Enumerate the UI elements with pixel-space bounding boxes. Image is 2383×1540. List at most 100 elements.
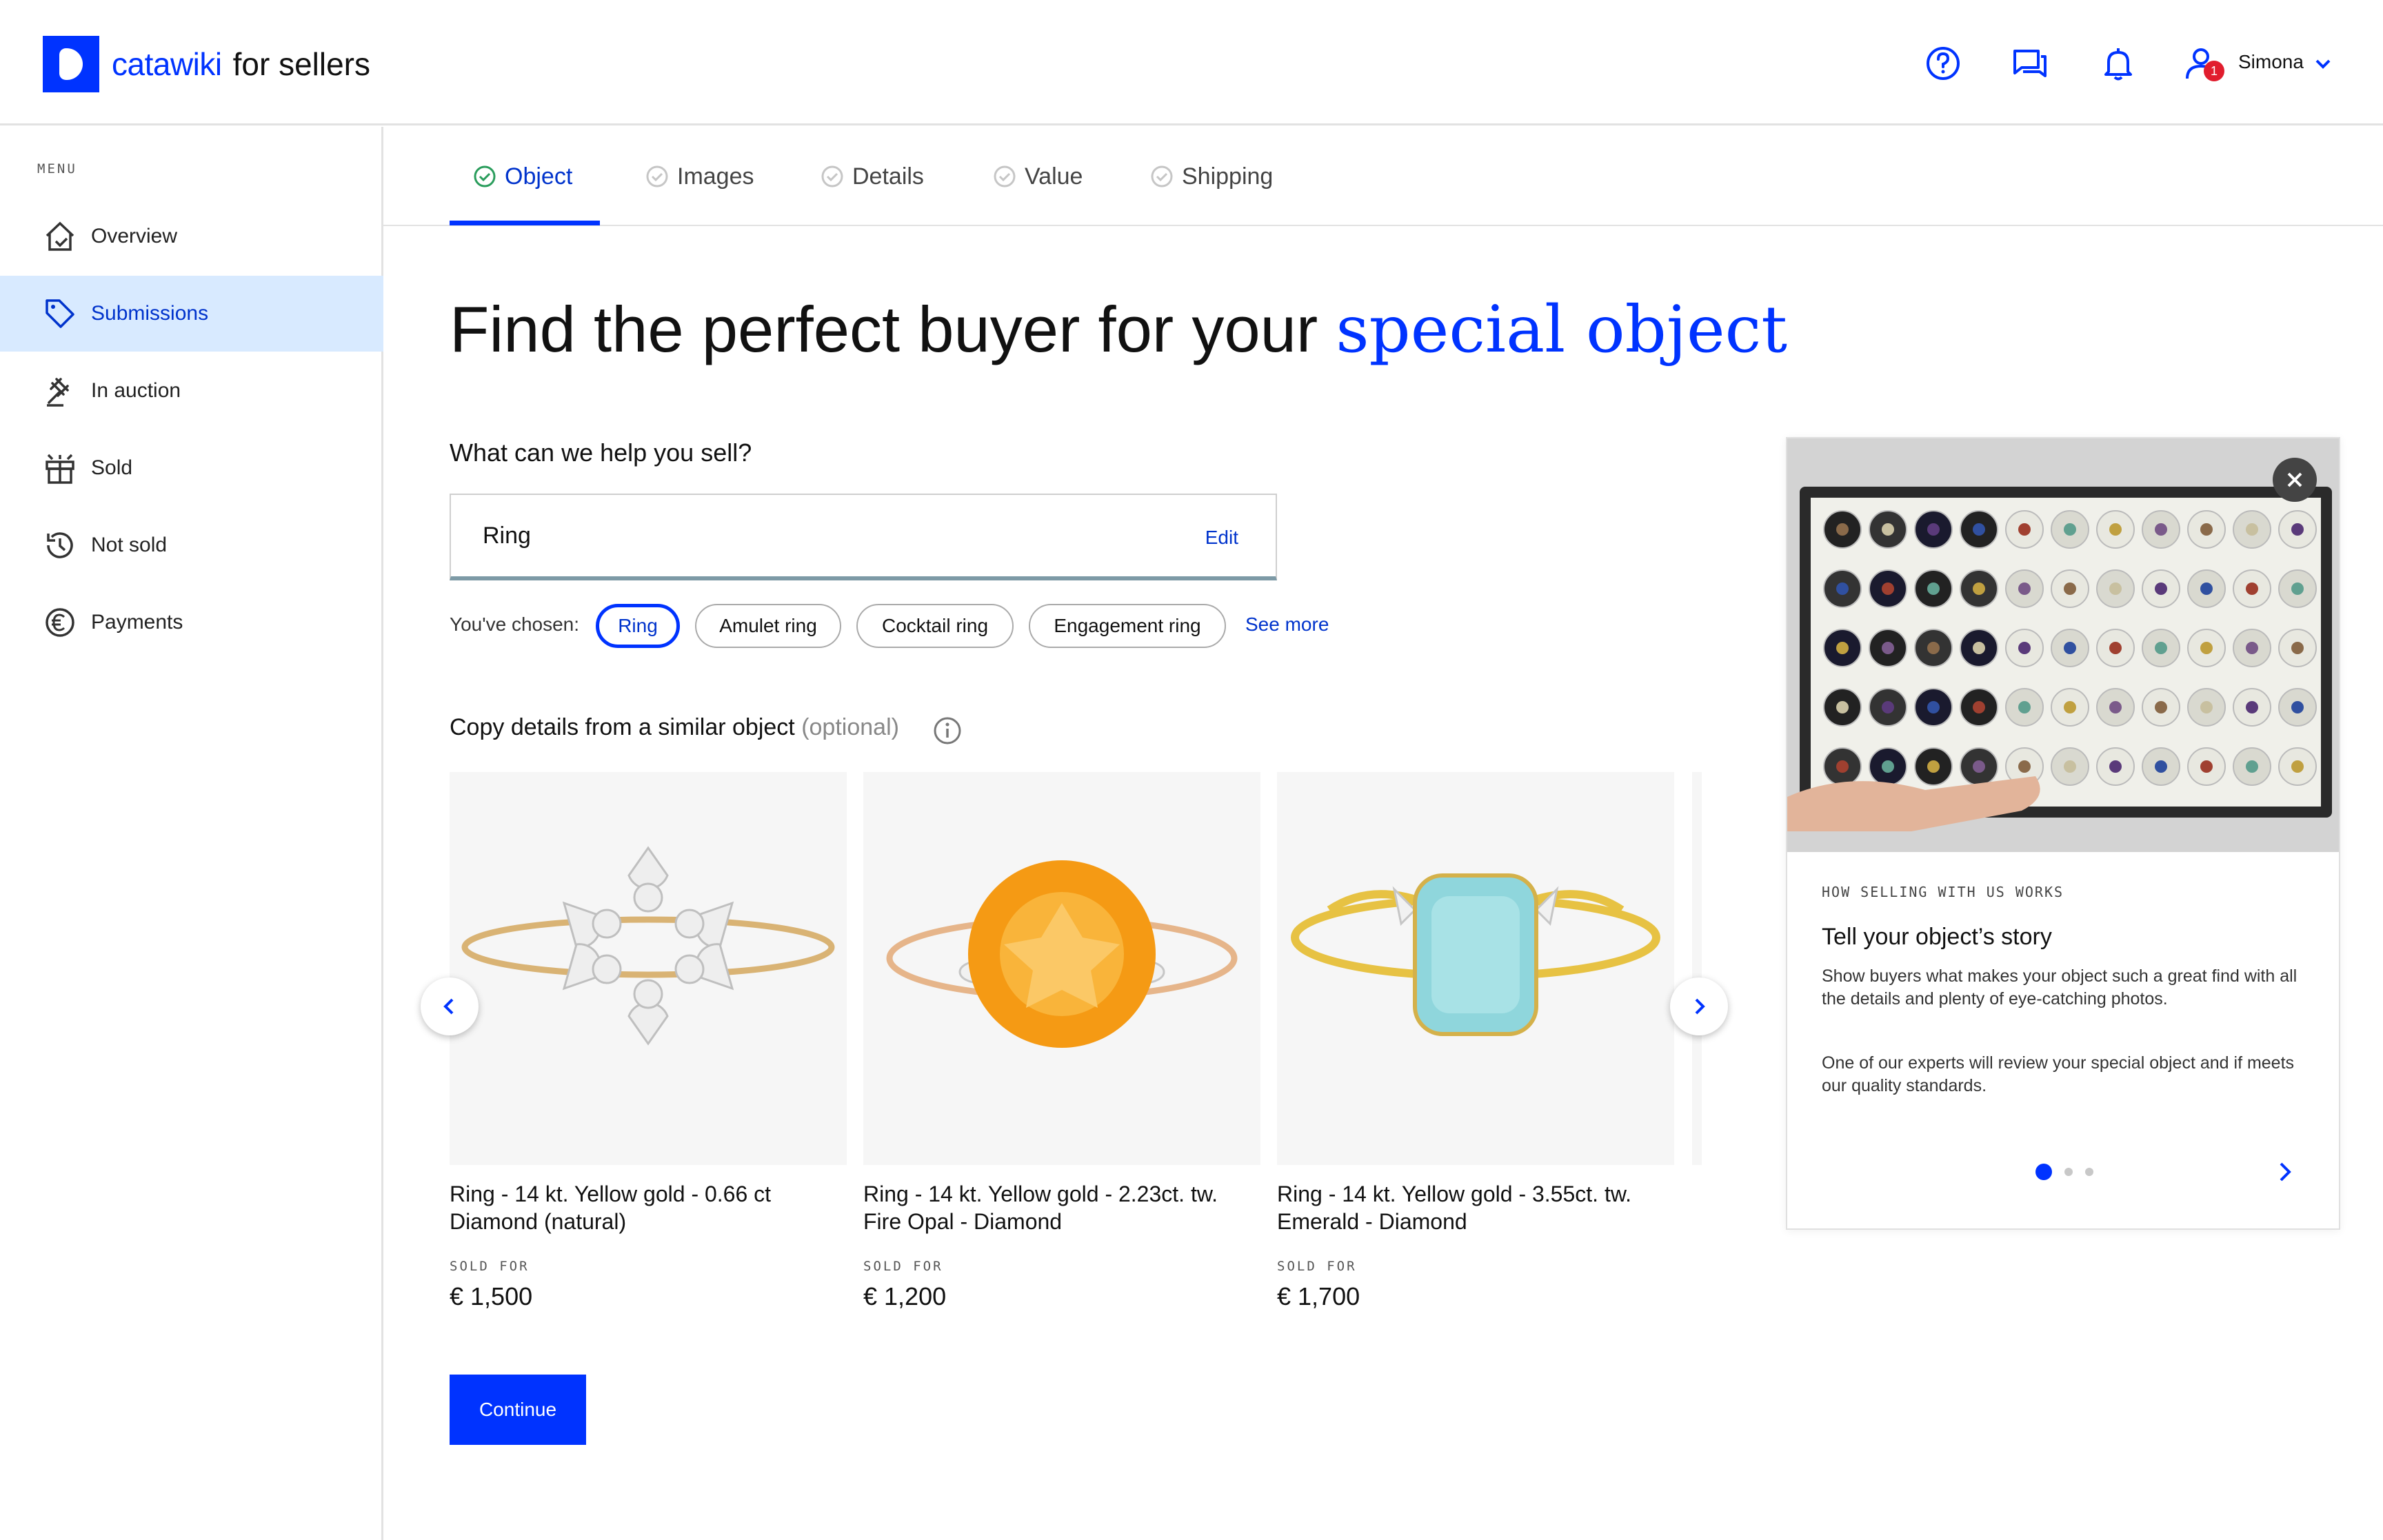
card-title: Ring - 14 kt. Yellow gold - 3.55ct. tw. E…: [1277, 1180, 1674, 1235]
card-title-line: Ring - 14 kt. Yellow gold - 0.66 ct: [450, 1182, 772, 1206]
check-circle-icon: [474, 165, 496, 188]
carousel-next-button[interactable]: [1670, 977, 1728, 1035]
optional-text: (optional): [801, 714, 899, 740]
chip-ring[interactable]: Ring: [596, 604, 680, 648]
messages-icon[interactable]: [2011, 44, 2049, 83]
check-circle-icon: [646, 165, 668, 188]
chip-amulet-ring[interactable]: Amulet ring: [695, 604, 841, 648]
page-title: Find the perfect buyer for your special …: [450, 292, 1787, 367]
notification-badge: 1: [2204, 61, 2224, 81]
similar-object-card[interactable]: Ring - 14 kt. Yellow gold - 3.55ct. tw. E…: [1277, 772, 1674, 1311]
carousel-prev-button[interactable]: [421, 977, 479, 1035]
panel-paragraph: Show buyers what makes your object such …: [1822, 966, 2297, 1009]
tab-label: Object: [505, 163, 573, 190]
sidebar-item-payments[interactable]: Payments: [0, 585, 383, 660]
next-card-peek: [1692, 772, 1702, 1165]
card-title-line: Emerald - Diamond: [1277, 1209, 1467, 1234]
sold-price: € 1,700: [1277, 1282, 1360, 1310]
edit-link[interactable]: Edit: [1205, 527, 1238, 549]
category-input[interactable]: Ring Edit: [450, 494, 1277, 580]
card-title: Ring - 14 kt. Yellow gold - 0.66 ct Diamo…: [450, 1180, 847, 1235]
sold-for-label: SOLD FOR: [863, 1259, 943, 1274]
check-circle-icon: [994, 165, 1016, 188]
tab-shipping[interactable]: Shipping: [1150, 127, 1273, 226]
chip-cocktail-ring[interactable]: Cocktail ring: [856, 604, 1014, 648]
chevron-down-icon[interactable]: [2314, 55, 2332, 73]
panel-title: Tell your object’s story: [1822, 924, 2052, 950]
close-icon: [2287, 472, 2302, 487]
ring-image: [1277, 772, 1674, 1165]
check-circle-icon: [1151, 165, 1173, 188]
chosen-label: You've chosen:: [450, 614, 580, 635]
similar-object-card[interactable]: Ring - 14 kt. Yellow gold - 2.23ct. tw. F…: [863, 772, 1260, 1311]
gift-icon: [46, 454, 74, 484]
sold-price: € 1,200: [863, 1282, 947, 1310]
gemstone-tray-image: [1787, 438, 2339, 852]
tab-label: Images: [677, 163, 754, 190]
chevron-right-icon[interactable]: [2271, 1158, 2299, 1186]
card-title-line: Fire Opal - Diamond: [863, 1209, 1063, 1234]
menu-label: MENU: [37, 161, 77, 176]
info-icon[interactable]: [932, 716, 963, 746]
home-icon: [46, 221, 74, 251]
active-tab-indicator: [450, 221, 600, 225]
card-title-line: Ring - 14 kt. Yellow gold - 3.55ct. tw.: [1277, 1182, 1632, 1206]
sidebar-item-label: Overview: [91, 225, 178, 247]
brand-subtitle: for sellers: [232, 46, 370, 82]
ring-image: [450, 772, 847, 1165]
sidebar-item-label: Not sold: [91, 534, 168, 556]
sidebar-item-overview[interactable]: Overview: [0, 199, 383, 274]
tab-label: Details: [852, 163, 924, 190]
chevron-left-icon: [443, 998, 454, 1015]
user-name[interactable]: Simona: [2238, 51, 2304, 73]
pagination-dots: [2035, 1164, 2106, 1180]
copy-details-label: Copy details from a similar object (opti…: [450, 714, 899, 741]
pagination-dot[interactable]: [2064, 1168, 2073, 1176]
sidebar-item-submissions[interactable]: Submissions: [0, 276, 383, 352]
tab-label: Value: [1025, 163, 1083, 190]
close-panel-button[interactable]: [2273, 458, 2317, 502]
pagination-dot[interactable]: [2085, 1168, 2093, 1176]
headline-accent: special object: [1336, 292, 1788, 367]
header: catawiki for sellers 1 Simona: [0, 0, 2383, 125]
check-circle-icon: [821, 165, 843, 188]
pagination-dot-active[interactable]: [2035, 1164, 2052, 1180]
chevron-right-icon: [1695, 998, 1705, 1015]
sold-for-label: SOLD FOR: [450, 1259, 530, 1274]
gavel-icon: [47, 378, 69, 407]
logo-mark-icon: [43, 36, 99, 92]
continue-button[interactable]: Continue: [450, 1375, 586, 1445]
help-icon[interactable]: [1924, 44, 1962, 83]
tab-object[interactable]: Object: [473, 127, 572, 226]
sold-price: € 1,500: [450, 1282, 533, 1310]
sold-for-label: SOLD FOR: [1277, 1259, 1357, 1274]
tab-details[interactable]: Details: [821, 127, 924, 226]
card-title-line: Diamond (natural): [450, 1209, 627, 1234]
chip-engagement-ring[interactable]: Engagement ring: [1029, 604, 1226, 648]
card-title-line: Ring - 14 kt. Yellow gold - 2.23ct. tw.: [863, 1182, 1218, 1206]
see-more-link[interactable]: See more: [1245, 614, 1329, 636]
sidebar-item-not-sold[interactable]: Not sold: [0, 507, 383, 583]
sidebar: MENU Overview Submissions In auction Sol…: [0, 127, 383, 1540]
catawiki-logo[interactable]: catawiki for sellers: [43, 36, 370, 92]
sidebar-item-label: In auction: [91, 379, 181, 402]
tab-images[interactable]: Images: [645, 127, 754, 226]
similar-object-card[interactable]: Ring - 14 kt. Yellow gold - 0.66 ct Diamo…: [450, 772, 847, 1311]
euro-icon: [46, 608, 74, 637]
panel-paragraph: One of our experts will review your spec…: [1822, 1053, 2295, 1095]
bell-icon[interactable]: [2099, 44, 2138, 83]
sidebar-item-in-auction[interactable]: In auction: [0, 353, 383, 429]
history-icon: [47, 532, 73, 558]
sidebar-item-label: Submissions: [91, 302, 209, 325]
ring-image: [863, 772, 1260, 1165]
step-tabs: Object Images Details Value Shipping: [383, 127, 2383, 226]
sidebar-item-label: Sold: [91, 456, 133, 479]
sidebar-item-label: Payments: [91, 611, 183, 634]
tab-label: Shipping: [1182, 163, 1274, 190]
tab-value[interactable]: Value: [993, 127, 1083, 226]
sidebar-item-sold[interactable]: Sold: [0, 430, 383, 506]
brand-name: catawiki: [112, 46, 222, 82]
headline-text: Find the perfect buyer for your: [450, 293, 1318, 365]
panel-kicker: HOW SELLING WITH US WORKS: [1822, 884, 2064, 900]
card-title: Ring - 14 kt. Yellow gold - 2.23ct. tw. F…: [863, 1180, 1260, 1235]
